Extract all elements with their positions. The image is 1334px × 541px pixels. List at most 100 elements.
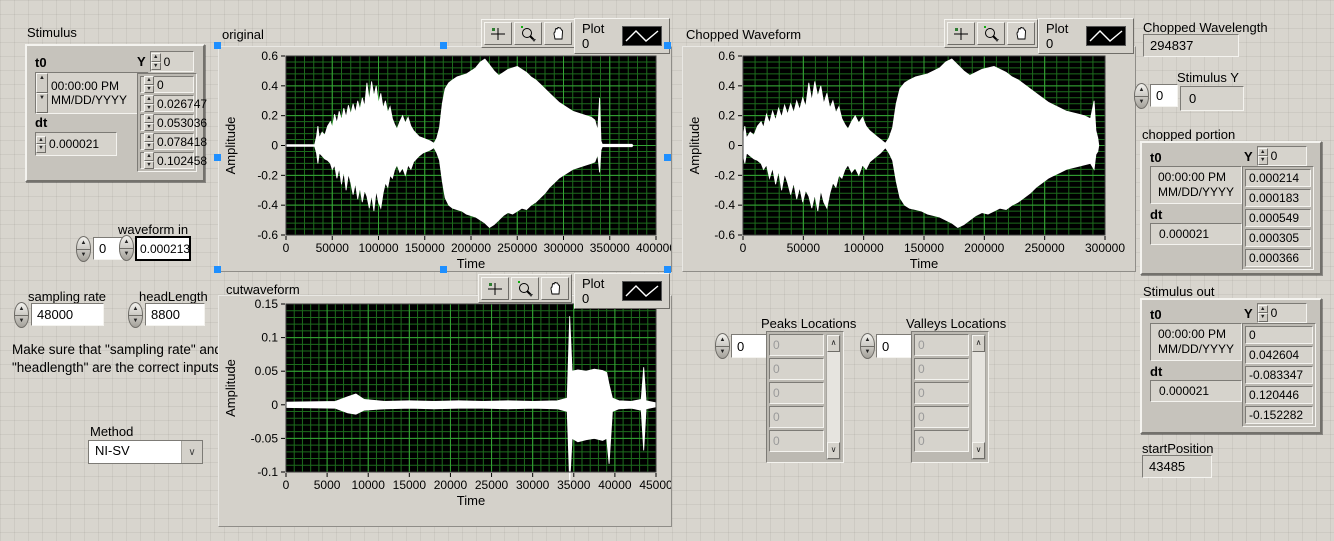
plot-sample-icon[interactable] [622,281,662,301]
original-graph-plot[interactable]: 0500001000001500002000002500003000003500… [219,47,671,271]
legend-plot-name[interactable]: Plot 0 [582,21,613,51]
spinner-down-icon: ▼ [865,349,871,355]
scroll-down-icon[interactable]: ∨ [827,442,840,459]
cut-graph-plot[interactable]: 0500010000150002000025000300003500040000… [219,296,671,526]
spinner-up-icon[interactable]: ▲ [36,136,46,145]
spinner[interactable]: ▲▼ [144,114,154,131]
plot-sample-icon[interactable] [622,26,662,46]
svg-text:400000: 400000 [636,241,671,255]
chevron-down-icon[interactable]: ∨ [181,441,202,463]
stimulus-y-index-field[interactable]: 0 [1150,84,1178,107]
y-index-value[interactable]: 0 [1271,149,1278,163]
y-index-control[interactable]: ▲▼ 0 [150,51,194,72]
array-element: 0 [914,382,969,404]
selection-handle[interactable] [440,42,447,49]
peaks-locations-label: Peaks Locations [761,316,856,331]
valleys-index-field[interactable]: 0 [876,334,912,358]
headlength-spinner[interactable]: ▲▼ [128,302,143,328]
stimulus-y-index-spinner[interactable]: ▲▼ [1134,83,1149,109]
spinner-down-icon[interactable]: ▼ [36,144,46,153]
valleys-index-spinner[interactable]: ▲▼ [860,333,875,359]
original-graph-palette [481,19,575,48]
plot-sample-icon[interactable] [1086,26,1126,46]
valleys-array-scrollbar[interactable]: ∧ ∨ [971,334,986,460]
cut-graph-legend[interactable]: Plot 0 [574,273,670,309]
array-element[interactable]: ▲▼0.026747 [140,95,194,112]
zoom-tool-button[interactable] [511,277,539,300]
array-element: 0.120446 [1245,386,1313,404]
svg-text:-0.4: -0.4 [714,198,735,212]
array-element[interactable]: ▲▼0.053036 [140,114,194,131]
scroll-up-icon[interactable]: ∧ [827,335,840,352]
spinner-up-icon: ▲ [124,239,130,245]
selection-handle[interactable] [214,42,221,49]
svg-text:0: 0 [271,139,278,153]
spinner[interactable]: ▲▼ [144,95,154,112]
cursor-tool-button[interactable] [484,22,512,45]
chopped-graph-plot[interactable]: 0500001000001500002000002500003000000.60… [683,47,1135,271]
cursor-tool-button[interactable] [947,22,975,45]
index-spinner[interactable]: ▲▼ [151,53,161,70]
method-selected-value[interactable]: NI-SV [89,441,181,463]
spinner-down-icon: ▼ [133,318,139,324]
selection-handle[interactable] [664,42,671,49]
array-element[interactable]: ▲▼0.102458 [140,152,194,169]
t0-timestamp-control[interactable]: ▲▼ 00:00:00 PM MM/DD/YYYY [35,72,149,114]
zoom-tool-button[interactable] [514,22,542,45]
peaks-array-scrollbar[interactable]: ∧ ∨ [826,334,841,460]
t0-date-value[interactable]: MM/DD/YYYY [51,93,127,107]
y-index-control[interactable]: ▲▼ 0 [1257,146,1307,166]
dt-spinner[interactable]: ▲▼ [36,136,46,153]
zoom-tool-button[interactable] [977,22,1005,45]
waveform-in-value-field[interactable]: 0.000213 [135,236,191,261]
legend-plot-name[interactable]: Plot 0 [1046,21,1077,51]
y-index-value[interactable]: 0 [1271,306,1278,320]
sampling-rate-field[interactable]: 48000 [31,303,104,326]
spinner[interactable]: ▲▼ [144,152,154,169]
svg-text:25000: 25000 [475,478,509,492]
t0-time-value[interactable]: 00:00:00 PM [51,79,127,93]
sampling-rate-spinner[interactable]: ▲▼ [14,302,29,328]
method-dropdown[interactable]: NI-SV ∨ [88,440,203,464]
selection-handle[interactable] [664,266,671,273]
spinner-up-icon[interactable]: ▲ [36,73,48,93]
original-graph-legend[interactable]: Plot 0 [574,18,670,54]
selection-handle[interactable] [214,266,221,273]
spinner-up-icon: ▲ [133,306,139,312]
spinner[interactable]: ▲▼ [144,133,154,150]
spinner-down-icon[interactable]: ▼ [36,93,48,113]
selection-handle[interactable] [664,154,671,161]
scroll-up-icon[interactable]: ∧ [972,335,985,352]
chopped-graph-legend[interactable]: Plot 0 [1038,18,1134,54]
spinner[interactable]: ▲▼ [144,76,154,93]
array-element: 0.000305 [1245,229,1311,247]
y-index-control[interactable]: ▲▼ 0 [1257,303,1307,323]
dt-value[interactable]: 0.000021 [49,137,99,151]
timestamp-spinner[interactable]: ▲▼ [36,73,48,113]
peaks-index-field[interactable]: 0 [731,334,767,358]
pan-tool-button[interactable] [541,277,569,300]
array-element[interactable]: ▲▼0 [140,76,194,93]
pan-tool-button[interactable] [1007,22,1035,45]
stimulus-cluster-label: Stimulus [27,25,77,40]
dt-control[interactable]: ▲▼ 0.000021 [35,132,117,156]
cursor-tool-button[interactable] [481,277,509,300]
spinner-up-icon: ▲ [19,306,25,312]
selection-handle[interactable] [214,154,221,161]
scroll-down-icon[interactable]: ∨ [972,442,985,459]
pan-tool-button[interactable] [544,22,572,45]
selection-handle[interactable] [440,266,447,273]
y-index-value[interactable]: 0 [164,55,171,69]
index-spinner[interactable]: ▲▼ [1258,305,1268,322]
chopped-graph-title: Chopped Waveform [686,27,801,42]
headlength-field[interactable]: 8800 [145,303,205,326]
svg-text:Amplitude: Amplitude [687,117,702,175]
waveform-in-value-spinner[interactable]: ▲▼ [119,235,134,261]
legend-plot-name[interactable]: Plot 0 [582,276,613,306]
peaks-index-spinner[interactable]: ▲▼ [715,333,730,359]
waveform-in-index-spinner[interactable]: ▲▼ [76,236,91,262]
array-element[interactable]: ▲▼0.078418 [140,133,194,150]
svg-text:0.05: 0.05 [255,364,279,378]
svg-text:250000: 250000 [1025,241,1065,255]
index-spinner[interactable]: ▲▼ [1258,148,1268,165]
